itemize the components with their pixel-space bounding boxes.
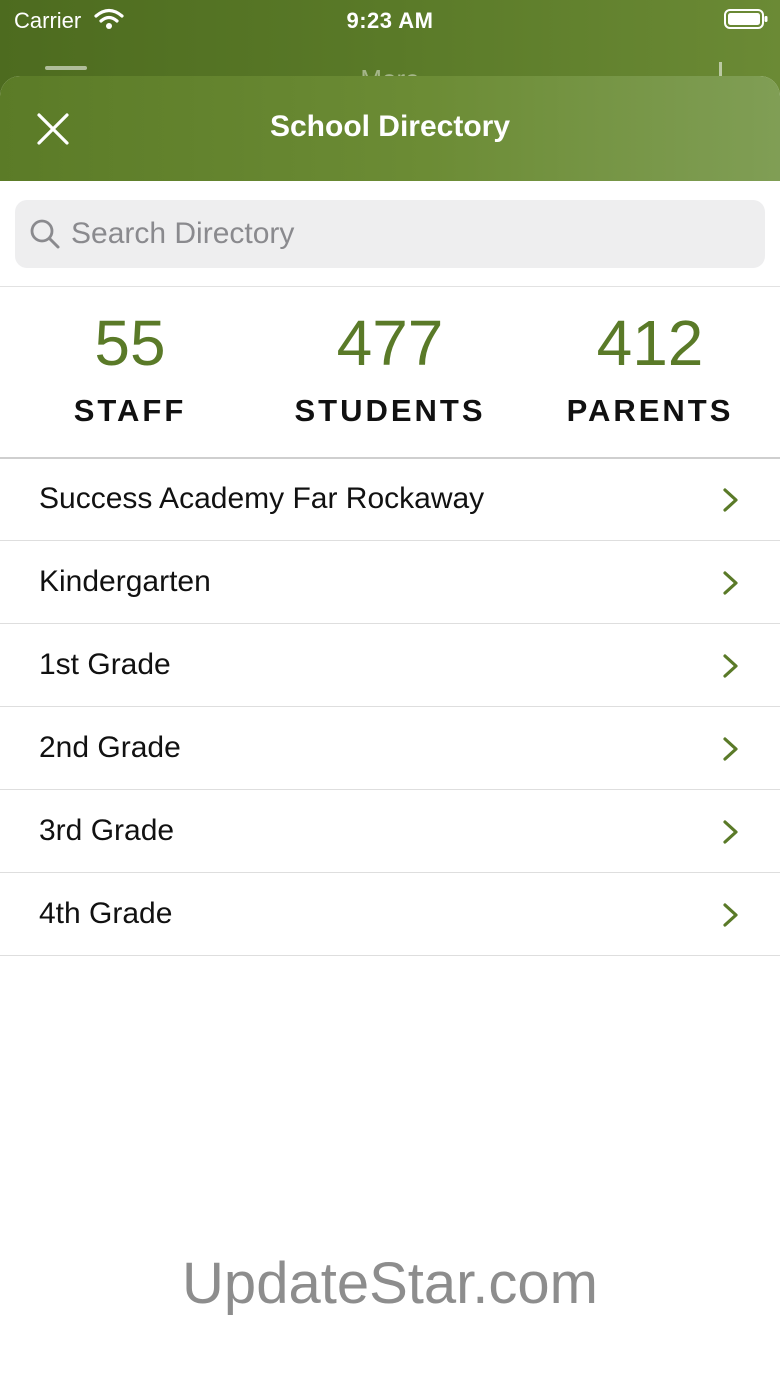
list-item[interactable]: 4th Grade xyxy=(0,873,780,956)
list-item[interactable]: Kindergarten xyxy=(0,541,780,624)
search-icon xyxy=(30,219,60,249)
chevron-right-icon xyxy=(723,820,738,844)
list-item-label: Kindergarten xyxy=(39,565,211,598)
stat-count: 412 xyxy=(596,307,704,379)
stat-staff[interactable]: 55 STAFF xyxy=(0,287,260,457)
list-item-label: 1st Grade xyxy=(39,648,171,681)
stat-count: 477 xyxy=(336,307,444,379)
chevron-right-icon xyxy=(723,488,738,512)
directory-stats: 55 STAFF 477 STUDENTS 412 PARENTS xyxy=(0,287,780,457)
background-action-icon xyxy=(719,62,722,76)
stat-students[interactable]: 477 STUDENTS xyxy=(260,287,520,457)
list-item[interactable]: 3rd Grade xyxy=(0,790,780,873)
list-item[interactable]: 2nd Grade xyxy=(0,707,780,790)
search-bar[interactable] xyxy=(15,200,765,268)
list-item-label: 2nd Grade xyxy=(39,731,181,764)
search-input[interactable] xyxy=(71,200,751,268)
chevron-right-icon xyxy=(723,571,738,595)
stat-parents[interactable]: 412 PARENTS xyxy=(520,287,780,457)
background-title: More xyxy=(0,64,780,76)
list-item-label: 3rd Grade xyxy=(39,814,175,847)
watermark: UpdateStar.com xyxy=(182,1251,598,1316)
status-time: 9:23 AM xyxy=(346,8,434,33)
directory-list: Success Academy Far Rockaway Kindergarte… xyxy=(0,458,780,956)
stat-label: STUDENTS xyxy=(294,393,486,428)
chevron-right-icon xyxy=(723,903,738,927)
list-item[interactable]: 1st Grade xyxy=(0,624,780,707)
directory-sheet: School Directory 55 STAFF 477 STUDENTS 4… xyxy=(0,76,780,1387)
chevron-right-icon xyxy=(723,654,738,678)
stat-label: PARENTS xyxy=(566,393,734,428)
chevron-right-icon xyxy=(723,737,738,761)
list-item-label: Success Academy Far Rockaway xyxy=(39,482,485,515)
page-title: School Directory xyxy=(269,110,511,143)
stat-count: 55 xyxy=(94,307,166,379)
list-item[interactable]: Success Academy Far Rockaway xyxy=(0,458,780,541)
sheet-header: School Directory xyxy=(0,76,780,181)
list-item-label: 4th Grade xyxy=(39,897,173,930)
status-bar: Carrier 9:23 AM xyxy=(0,0,780,40)
stat-label: STAFF xyxy=(73,393,187,428)
screen: Carrier 9:23 AM More School Directory xyxy=(0,0,780,1387)
battery-icon xyxy=(724,9,768,29)
